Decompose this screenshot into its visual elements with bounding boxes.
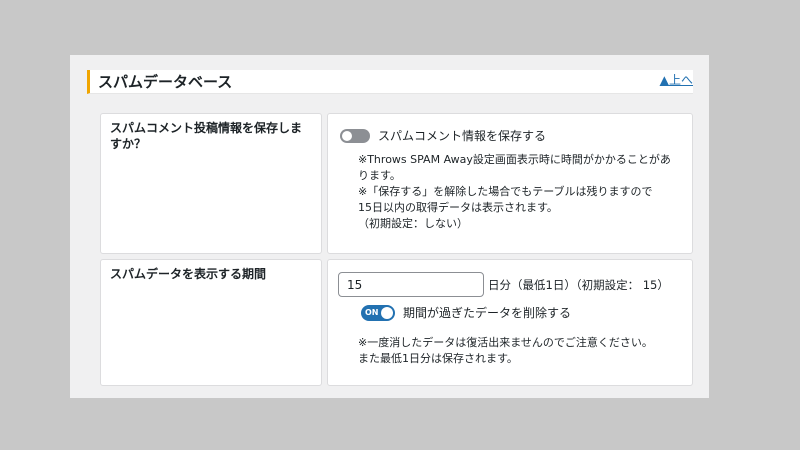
note-line: また最低1日分は保存されます。 <box>358 352 518 365</box>
delete-expired-toggle-row: ON 期間が過ぎたデータを削除する <box>361 305 571 321</box>
row-save-spam-value-cell: スパムコメント情報を保存する ※Throws SPAM Away設定画面表示時に… <box>327 113 693 254</box>
row-display-period-value-cell: 日分（最低1日）（初期設定： 15） ON 期間が過ぎたデータを削除する ※一度… <box>327 259 693 386</box>
back-to-top-link[interactable]: ▲上へ <box>660 72 693 88</box>
settings-panel: スパムデータベース ▲上へ スパムコメント投稿情報を保存しますか？ スパムコメン… <box>70 55 709 398</box>
save-spam-toggle[interactable] <box>340 129 370 143</box>
row-save-spam-label-cell: スパムコメント投稿情報を保存しますか？ <box>100 113 322 254</box>
save-spam-toggle-row: スパムコメント情報を保存する <box>340 128 546 144</box>
note-line: （初期設定：しない） <box>358 217 468 230</box>
delete-expired-toggle-label: 期間が過ぎたデータを削除する <box>403 306 572 320</box>
save-spam-toggle-label: スパムコメント情報を保存する <box>378 129 547 143</box>
section-title: スパムデータベース <box>98 73 233 91</box>
note-line: ※Throws SPAM Away設定画面表示時に時間がかかることがあ <box>358 153 671 166</box>
note-line: ※一度消したデータは復活出来ませんのでご注意ください。 <box>358 336 653 349</box>
row-label: スパムデータを表示する期間 <box>110 267 267 281</box>
display-days-suffix: 日分（最低1日）（初期設定： 15） <box>488 278 669 292</box>
note-line: ※「保存する」を解除した場合でもテーブルは残りますので <box>358 185 653 198</box>
note-line: ります。 <box>358 169 401 182</box>
display-period-note: ※一度消したデータは復活出来ませんのでご注意ください。 また最低1日分は保存され… <box>358 335 653 367</box>
toggle-knob <box>381 307 393 319</box>
note-line: 15日以内の取得データは表示されます。 <box>358 201 558 214</box>
toggle-on-text: ON <box>365 308 379 317</box>
row-display-period-label-cell: スパムデータを表示する期間 <box>100 259 322 386</box>
toggle-knob <box>342 131 352 141</box>
section-header: スパムデータベース ▲上へ <box>87 70 693 94</box>
display-days-input[interactable] <box>338 272 484 297</box>
delete-expired-toggle[interactable]: ON <box>361 305 395 321</box>
save-spam-note: ※Throws SPAM Away設定画面表示時に時間がかかることがあ ります。… <box>358 152 671 232</box>
row-label: スパムコメント投稿情報を保存しますか？ <box>110 121 303 151</box>
